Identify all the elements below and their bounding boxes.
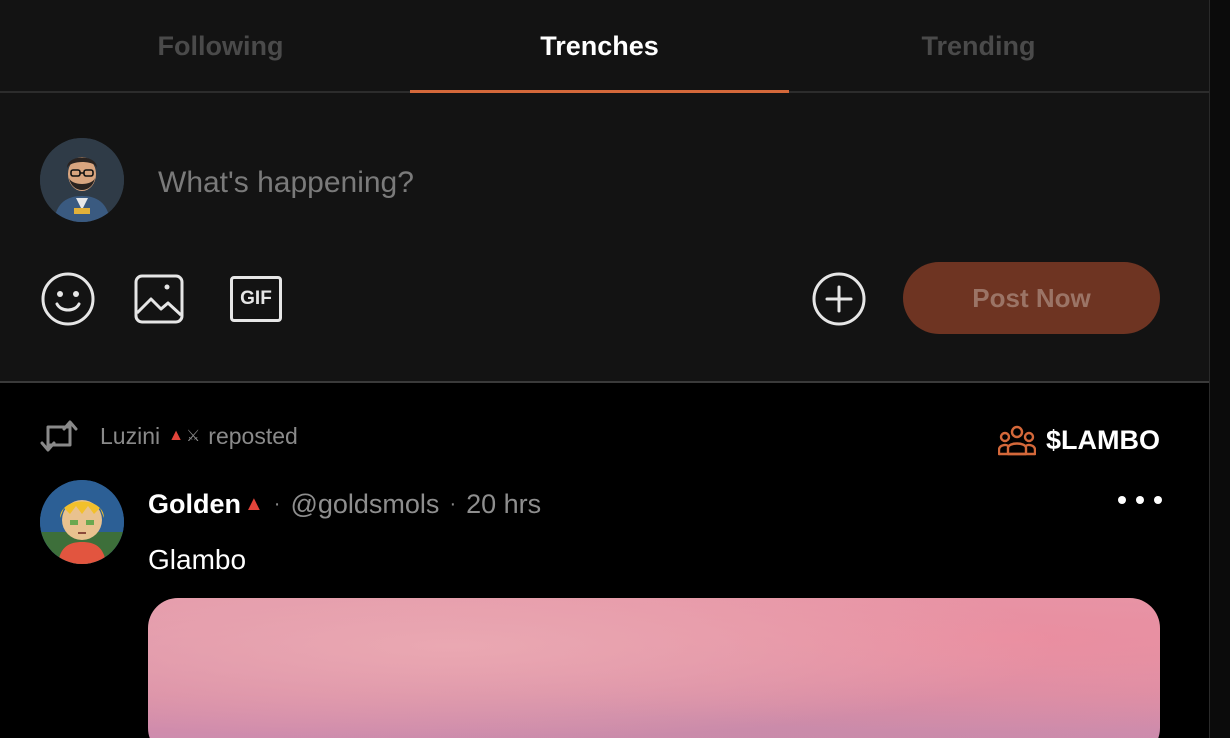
repost-label: Luzini ▲ ⚔ reposted [100,423,298,450]
author-badge: ▲ [244,492,264,515]
add-image-button[interactable] [131,271,187,327]
smile-icon [41,272,95,326]
post-now-button[interactable]: Post Now [903,262,1160,334]
tab-following[interactable]: Following [31,0,410,93]
image-icon [134,274,184,324]
composer-avatar[interactable] [40,138,124,222]
reposter-badge: ▲ [168,427,184,444]
user-avatar-image [40,138,124,222]
more-dot-icon [1118,496,1126,504]
more-dot-icon [1154,496,1162,504]
tab-following-label: Following [157,31,284,61]
tab-trenches-label: Trenches [540,31,659,61]
separator-dot: · [273,492,281,515]
add-more-button[interactable] [811,271,867,327]
more-dot-icon [1136,496,1144,504]
post-author-name[interactable]: Golden [148,489,241,520]
repost-icon [40,420,78,452]
author-avatar-image [40,480,124,564]
emoji-button[interactable] [40,271,96,327]
tab-trending[interactable]: Trending [789,0,1168,93]
tab-trending-label: Trending [921,31,1036,61]
gif-icon: GIF [230,276,282,322]
reposter-badge-extra: ⚔ [185,428,201,445]
repost-verb: reposted [208,422,298,449]
community-tag[interactable]: $LAMBO [998,420,1160,460]
plus-circle-icon [812,272,866,326]
repost-indicator: Luzini ▲ ⚔ reposted [40,418,298,454]
post-image[interactable] [148,598,1160,738]
post-timestamp[interactable]: 20 hrs [466,489,541,520]
composer-divider [0,381,1209,383]
post-text: Glambo [148,544,247,575]
compose-input[interactable] [158,160,858,206]
add-gif-button[interactable]: GIF [228,271,284,327]
community-label: $LAMBO [1046,424,1160,455]
separator-dot: · [449,492,457,515]
post-author-avatar[interactable] [40,480,124,564]
scrollbar-track[interactable] [1209,0,1230,738]
post-author-handle[interactable]: @goldsmols [290,489,439,520]
tab-trenches[interactable]: Trenches [410,0,789,93]
reposter-name[interactable]: Luzini [100,423,160,450]
feed-tabs: Following Trenches Trending [0,0,1209,93]
active-tab-indicator [410,90,789,93]
more-options-button[interactable] [1118,484,1162,516]
community-icon [998,425,1036,456]
post-header: Golden ▲ · @goldsmols · 20 hrs [148,484,541,524]
